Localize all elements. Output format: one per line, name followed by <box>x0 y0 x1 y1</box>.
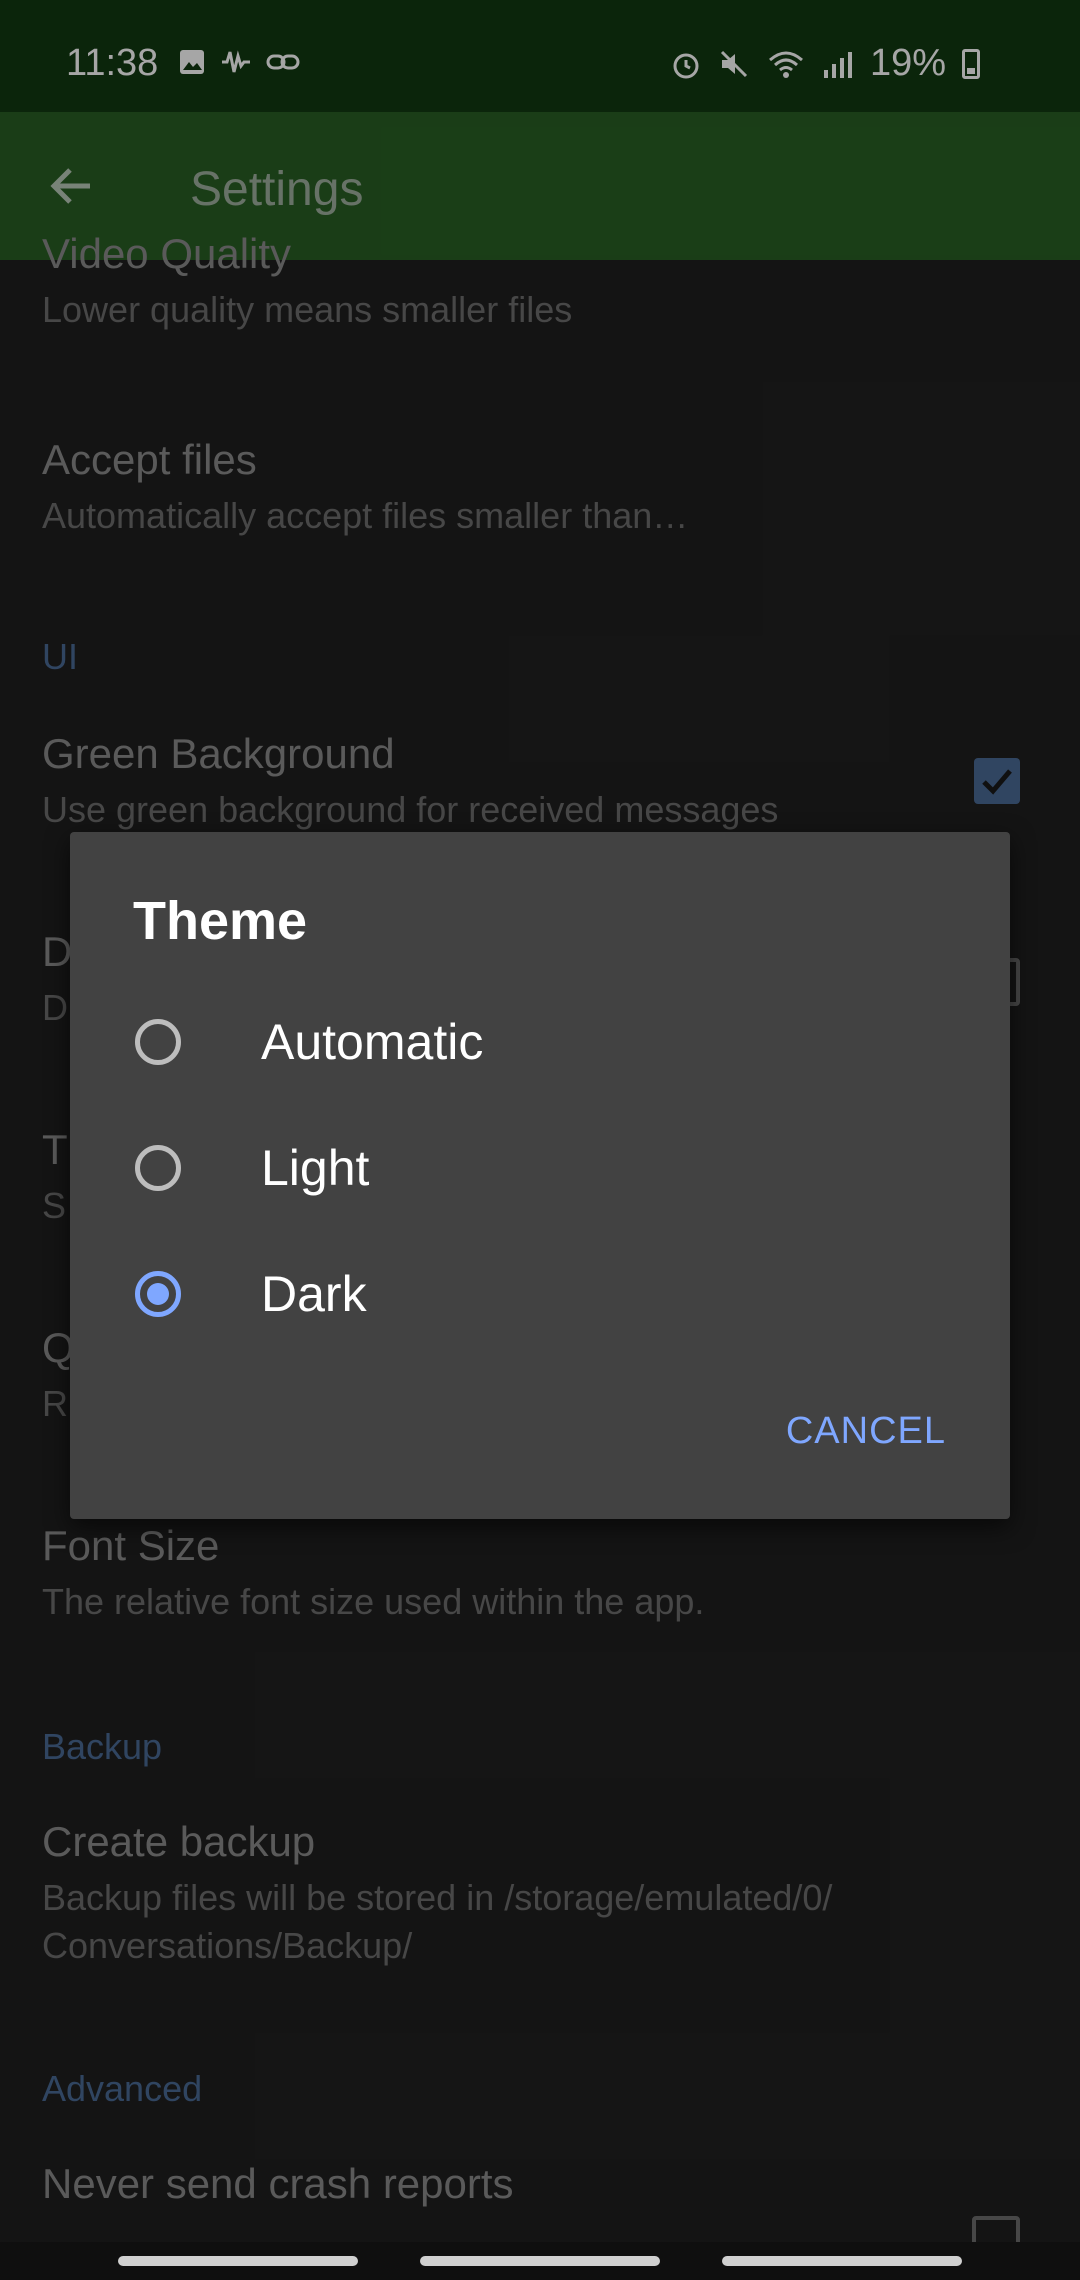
cancel-button[interactable]: CANCEL <box>786 1410 946 1453</box>
dialog-title: Theme <box>133 891 308 951</box>
option-label: Dark <box>261 1266 367 1322</box>
theme-option-light[interactable]: Light <box>135 1118 935 1218</box>
nav-pill-center[interactable] <box>420 2256 660 2266</box>
navigation-bar <box>0 2242 1080 2280</box>
option-label: Automatic <box>261 1014 484 1070</box>
nav-pill-left[interactable] <box>118 2256 358 2266</box>
radio-button-selected[interactable] <box>135 1271 181 1317</box>
radio-button[interactable] <box>135 1019 181 1065</box>
nav-pill-right[interactable] <box>722 2256 962 2266</box>
option-label: Light <box>261 1140 370 1196</box>
theme-option-automatic[interactable]: Automatic <box>135 992 935 1092</box>
radio-button[interactable] <box>135 1145 181 1191</box>
theme-dialog: Theme Automatic Light Dark CANCEL <box>70 832 1010 1519</box>
app-root: 11:38 19% Settings Video Quality Lower q… <box>0 0 1080 2280</box>
theme-option-dark[interactable]: Dark <box>135 1244 935 1344</box>
